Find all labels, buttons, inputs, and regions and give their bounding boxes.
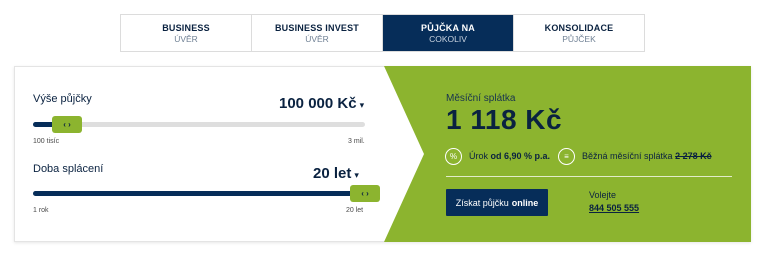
- amount-label: Výše půjčky: [33, 93, 92, 105]
- tab-pujcka-na-cokoliv[interactable]: PŮJČKA NA COKOLIV: [383, 15, 514, 51]
- phone-link[interactable]: 844 505 555: [589, 203, 639, 213]
- standard-payment-value: 2 278 Kč: [675, 151, 712, 161]
- monthly-payment-label: Měsíční splátka: [446, 93, 516, 104]
- term-value[interactable]: 20 let ▾: [313, 165, 359, 182]
- term-slider-fill: [33, 191, 365, 196]
- standard-payment: Běžná měsíční splátka 2 278 Kč: [582, 151, 712, 161]
- tab-title: KONSOLIDACE: [544, 22, 614, 33]
- calculator-icon: ≡: [558, 148, 575, 165]
- term-caret-icon: ▾: [354, 170, 359, 180]
- amount-min-label: 100 tisíc: [33, 138, 60, 145]
- call-label: Volejte: [589, 190, 617, 200]
- term-value-text: 20 let: [313, 165, 352, 182]
- term-min-label: 1 rok: [33, 207, 49, 214]
- amount-slider-handle[interactable]: ‹ ›: [52, 116, 82, 133]
- button-text: Získat půjčku: [455, 197, 509, 208]
- interest-rate: Úrok od 6,90 % p.a.: [469, 151, 550, 161]
- tab-business-uver[interactable]: BUSINESS ÚVĚR: [121, 15, 252, 51]
- tab-subtitle: ÚVĚR: [305, 33, 329, 44]
- result-divider: [446, 176, 732, 177]
- term-slider-handle[interactable]: ‹ ›: [350, 185, 380, 202]
- interest-rate-value: od 6,90 % p.a.: [490, 151, 551, 161]
- amount-caret-icon: ▾: [359, 100, 365, 110]
- product-tabs: BUSINESS ÚVĚR BUSINESS INVEST ÚVĚR PŮJČK…: [120, 14, 645, 52]
- tab-subtitle: COKOLIV: [429, 33, 467, 44]
- tab-subtitle: PŮJČEK: [562, 33, 596, 44]
- tab-konsolidace-pujcek[interactable]: KONSOLIDACE PŮJČEK: [514, 15, 644, 51]
- tab-title: BUSINESS INVEST: [274, 22, 360, 33]
- tab-subtitle: ÚVĚR: [174, 33, 198, 44]
- tab-title: BUSINESS: [162, 22, 210, 33]
- term-label: Doba splácení: [33, 163, 104, 175]
- amount-slider-track[interactable]: [33, 122, 365, 127]
- tab-business-invest-uver[interactable]: BUSINESS INVEST ÚVĚR: [252, 15, 383, 51]
- standard-payment-label: Běžná měsíční splátka: [582, 151, 673, 161]
- interest-rate-prefix: Úrok: [469, 151, 489, 161]
- tab-title: PŮJČKA NA: [421, 22, 475, 33]
- monthly-payment-value: 1 118 Kč: [446, 104, 563, 135]
- amount-value-text: 100 000 Kč: [279, 95, 357, 112]
- percent-icon: %: [445, 148, 462, 165]
- button-text-bold: online: [511, 197, 539, 208]
- amount-max-label: 3 mil.: [348, 138, 365, 145]
- amount-value[interactable]: 100 000 Kč ▾: [279, 95, 364, 112]
- get-loan-online-button[interactable]: Získat půjčku online: [446, 189, 548, 216]
- term-max-label: 20 let: [346, 207, 364, 214]
